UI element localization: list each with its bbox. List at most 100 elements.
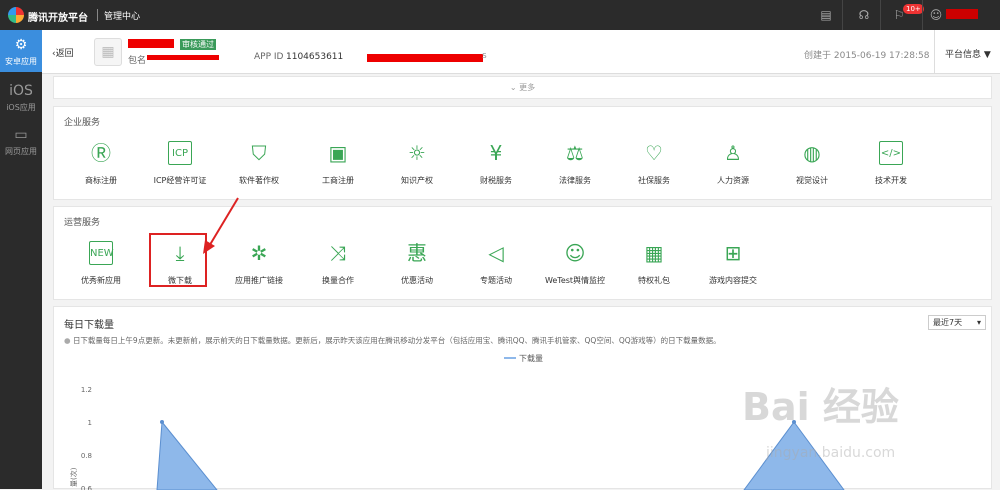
app-icon: ▦ bbox=[94, 38, 122, 66]
service-item-label: 优惠活动 bbox=[401, 276, 433, 285]
sidebar: ⚙ 安卓应用 iOS iOS应用 ▭ 网页应用 bbox=[0, 30, 42, 489]
redacted-field bbox=[367, 54, 483, 62]
update-note: ● 日下载量每日上午9点更新。未更新前，展示前天的日下载量数据。更新后，展示昨天… bbox=[64, 336, 721, 345]
divider bbox=[880, 0, 881, 30]
android-icon: ⚙ bbox=[14, 37, 28, 53]
trademark-icon: Ⓡ bbox=[91, 141, 111, 165]
palette-icon: ◍ bbox=[803, 141, 821, 165]
redacted-package bbox=[147, 55, 219, 60]
y-tick-label: 0.8 bbox=[81, 452, 92, 460]
sidebar-item-label: 安卓应用 bbox=[5, 57, 37, 66]
icp-icon: ICP bbox=[168, 141, 192, 165]
user-icon[interactable]: ☺ bbox=[928, 7, 944, 23]
sidebar-item-label: iOS应用 bbox=[6, 103, 36, 112]
service-item-label: 知识产权 bbox=[401, 176, 433, 185]
service-item[interactable]: ▣ 工商注册 bbox=[303, 137, 373, 197]
person-icon: ♙ bbox=[724, 141, 742, 165]
sidebar-item-webpage[interactable]: ▭ 网页应用 bbox=[0, 120, 42, 162]
created-timestamp: 创建于 2015-06-19 17:28:58 bbox=[804, 51, 930, 61]
highlight-box bbox=[149, 233, 207, 287]
service-item[interactable]: ▦ 特权礼包 bbox=[619, 237, 689, 297]
lightbulb-icon: ☼ bbox=[408, 141, 426, 165]
annotation-arrow bbox=[203, 197, 239, 254]
service-item[interactable]: ◁ 专题活动 bbox=[461, 237, 531, 297]
service-item[interactable]: ☺ WeTest舆情监控 bbox=[540, 237, 610, 297]
service-item[interactable]: ◍ 视觉设计 bbox=[777, 137, 847, 197]
heart-icon: ♡ bbox=[645, 141, 663, 165]
document-icon[interactable]: ▤ bbox=[818, 7, 834, 23]
service-item-label: 换量合作 bbox=[322, 276, 354, 285]
section-title[interactable]: 管理中心 bbox=[104, 9, 140, 22]
hui-icon: 惠 bbox=[407, 241, 427, 265]
service-item[interactable]: ¥ 财税服务 bbox=[461, 137, 531, 197]
date-range-select[interactable]: 最近7天 ▾ bbox=[928, 315, 986, 330]
info-icon: ● bbox=[64, 336, 73, 345]
service-item[interactable]: </> 技术开发 bbox=[856, 137, 926, 197]
new-icon: NEW bbox=[89, 241, 114, 265]
certificate-icon: ▣ bbox=[328, 141, 348, 165]
service-item[interactable]: 惠优惠活动 bbox=[382, 237, 452, 297]
service-item[interactable]: ⛉ 软件著作权 bbox=[224, 137, 294, 197]
service-item[interactable]: ⤨ 换量合作 bbox=[303, 237, 373, 297]
redacted-app-name bbox=[128, 39, 174, 48]
tencent-logo-icon bbox=[8, 7, 24, 23]
sidebar-item-android[interactable]: ⚙ 安卓应用 bbox=[0, 30, 42, 72]
y-axis-label: 量(次) bbox=[69, 467, 78, 487]
brand-name[interactable]: 腾讯开放平台 bbox=[28, 9, 88, 24]
headset-icon[interactable]: ☊ bbox=[856, 7, 872, 23]
service-item[interactable]: ⚖ 法律服务 bbox=[540, 137, 610, 197]
service-item-label: 商标注册 bbox=[85, 176, 117, 185]
service-item[interactable]: ♙ 人力资源 bbox=[698, 137, 768, 197]
service-item-label: 技术开发 bbox=[875, 176, 907, 185]
sidebar-item-ios[interactable]: iOS iOS应用 bbox=[0, 76, 42, 118]
redacted-username[interactable] bbox=[946, 9, 978, 19]
webpage-icon: ▭ bbox=[14, 127, 28, 143]
yen-icon: ¥ bbox=[489, 141, 503, 165]
service-item[interactable]: ICP ICP经营许可证 bbox=[145, 137, 215, 197]
y-tick-label: 1 bbox=[88, 419, 92, 427]
watermark-url: jingyan.baidu.com bbox=[766, 445, 896, 461]
service-item[interactable]: ☼ 知识产权 bbox=[382, 137, 452, 197]
service-item-label: 社保服务 bbox=[638, 176, 670, 185]
service-item-label: 专题活动 bbox=[480, 276, 512, 285]
service-item-label: 人力资源 bbox=[717, 176, 749, 185]
divider bbox=[842, 0, 843, 30]
code-icon: </> bbox=[879, 141, 903, 165]
appid-value: 1104653611 bbox=[286, 52, 344, 62]
service-item-label: 特权礼包 bbox=[638, 276, 670, 285]
back-link[interactable]: ‹返回 bbox=[52, 46, 74, 59]
service-item-label: 工商注册 bbox=[322, 176, 354, 185]
stamp-icon: ⛉ bbox=[251, 141, 267, 165]
appid-trailing-text: s bbox=[482, 51, 487, 61]
service-item[interactable]: Ⓡ 商标注册 bbox=[66, 137, 136, 197]
service-item[interactable]: ⊞ 游戏内容提交 bbox=[698, 237, 768, 297]
top-bar: 腾讯开放平台 管理中心 ▤ ☊ ⚐ 10+ ☺ bbox=[0, 0, 1000, 30]
service-item-label: 优秀新应用 bbox=[81, 276, 121, 285]
data-point bbox=[160, 420, 164, 424]
service-item-label: WeTest舆情监控 bbox=[544, 276, 606, 285]
platform-info-dropdown[interactable]: 平台信息 ▼ bbox=[934, 30, 1000, 74]
y-tick-label: 0.6 bbox=[81, 485, 93, 490]
status-badge: 审核通过 bbox=[180, 39, 216, 50]
service-item-label: 游戏内容提交 bbox=[709, 276, 757, 285]
divider bbox=[922, 0, 923, 30]
ios-icon: iOS bbox=[9, 83, 33, 99]
gamepad-icon: ⊞ bbox=[724, 241, 742, 265]
service-item[interactable]: NEW 优秀新应用 bbox=[66, 237, 136, 297]
service-item-label: 应用推广链接 bbox=[235, 276, 283, 285]
panel-title: 每日下载量 bbox=[64, 320, 114, 331]
smile-icon: ☺ bbox=[564, 241, 586, 265]
gift-icon: ▦ bbox=[644, 241, 664, 265]
scales-icon: ⚖ bbox=[566, 141, 584, 165]
watermark-logo: Bai 经验 bbox=[742, 385, 899, 429]
package-label: 包名 bbox=[128, 56, 147, 66]
enterprise-services-panel: 企业服务 Ⓡ 商标注册 ICP ICP经营许可证 ⛉ 软件著作权 ▣ 工商注册 ☼ 知识产权 ¥ 财税… bbox=[53, 106, 992, 200]
more-toggle[interactable]: ⌄ 更多 bbox=[53, 76, 992, 99]
service-item[interactable]: ♡ 社保服务 bbox=[619, 137, 689, 197]
service-item-label: 软件著作权 bbox=[239, 176, 279, 185]
appid-label: APP ID bbox=[254, 52, 284, 62]
network-icon: ✲ bbox=[250, 241, 268, 265]
divider bbox=[97, 9, 98, 21]
notification-badge: 10+ bbox=[903, 4, 924, 14]
service-item-label: 法律服务 bbox=[559, 176, 591, 185]
